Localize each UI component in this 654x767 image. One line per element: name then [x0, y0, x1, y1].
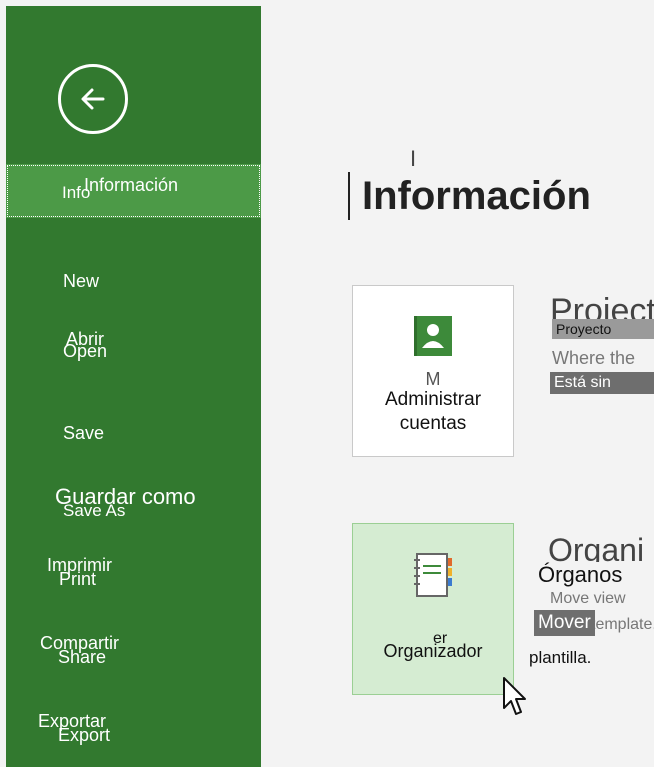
mouse-pointer-icon [503, 677, 526, 715]
sidebar-item-label: Exportar [38, 711, 107, 731]
sidebar-item-label: Compartir [40, 633, 120, 653]
organizer-move-badge: Mover [534, 610, 595, 636]
main-panel: I Información M Administrar cuentas Proj… [261, 6, 654, 767]
sidebar-item-label: Información [84, 175, 179, 195]
sidebar-item-label: Abrir [66, 329, 105, 349]
sidebar-item-share[interactable]: Share Compartir [6, 630, 261, 678]
sidebar-item-print[interactable]: Print Imprimir [6, 552, 261, 600]
backstage-sidebar: Info Información New Open Abrir Save Sav… [6, 6, 261, 767]
tile-label: Organizador [383, 641, 483, 661]
sidebar-item-open[interactable]: Open Abrir [6, 330, 261, 378]
organizer-ghost-line2: template. [591, 616, 654, 633]
notebook-icon [414, 553, 452, 597]
sidebar-item-save-as[interactable]: Save As Guardar como [6, 482, 261, 530]
title-fragment: I [410, 146, 417, 171]
sidebar-item-label: New [63, 271, 100, 291]
project-ghost-line: Where the [552, 348, 636, 368]
tile-label-line2: cuentas [399, 413, 467, 434]
text-caret [348, 172, 350, 220]
sidebar-item-save[interactable]: Save [6, 420, 261, 468]
sidebar-item-export[interactable]: Export Exportar [6, 708, 261, 756]
sidebar-item-label: Imprimir [47, 555, 112, 575]
organizer-description: plantilla. [529, 648, 592, 667]
organizer-ghost-line1: Move view [550, 590, 626, 607]
back-button[interactable] [58, 64, 128, 134]
sidebar-item-label: Save [63, 423, 105, 443]
project-badge: Proyecto [552, 319, 654, 339]
sidebar-item-new[interactable]: New [6, 268, 261, 316]
organizer-tile[interactable]: er Organizador [352, 523, 514, 695]
manage-accounts-tile[interactable]: M Administrar cuentas [352, 285, 514, 457]
organizer-heading: Órganos [538, 562, 623, 588]
sidebar-item-info[interactable]: Info Información [6, 164, 261, 218]
back-arrow-icon [81, 88, 105, 110]
sidebar-item-label: Guardar como [55, 484, 196, 509]
tile-label-line1: Administrar [384, 389, 482, 410]
project-status-badge: Está sin [550, 372, 654, 394]
contact-card-icon [414, 316, 452, 356]
page-title: Información [362, 174, 591, 218]
